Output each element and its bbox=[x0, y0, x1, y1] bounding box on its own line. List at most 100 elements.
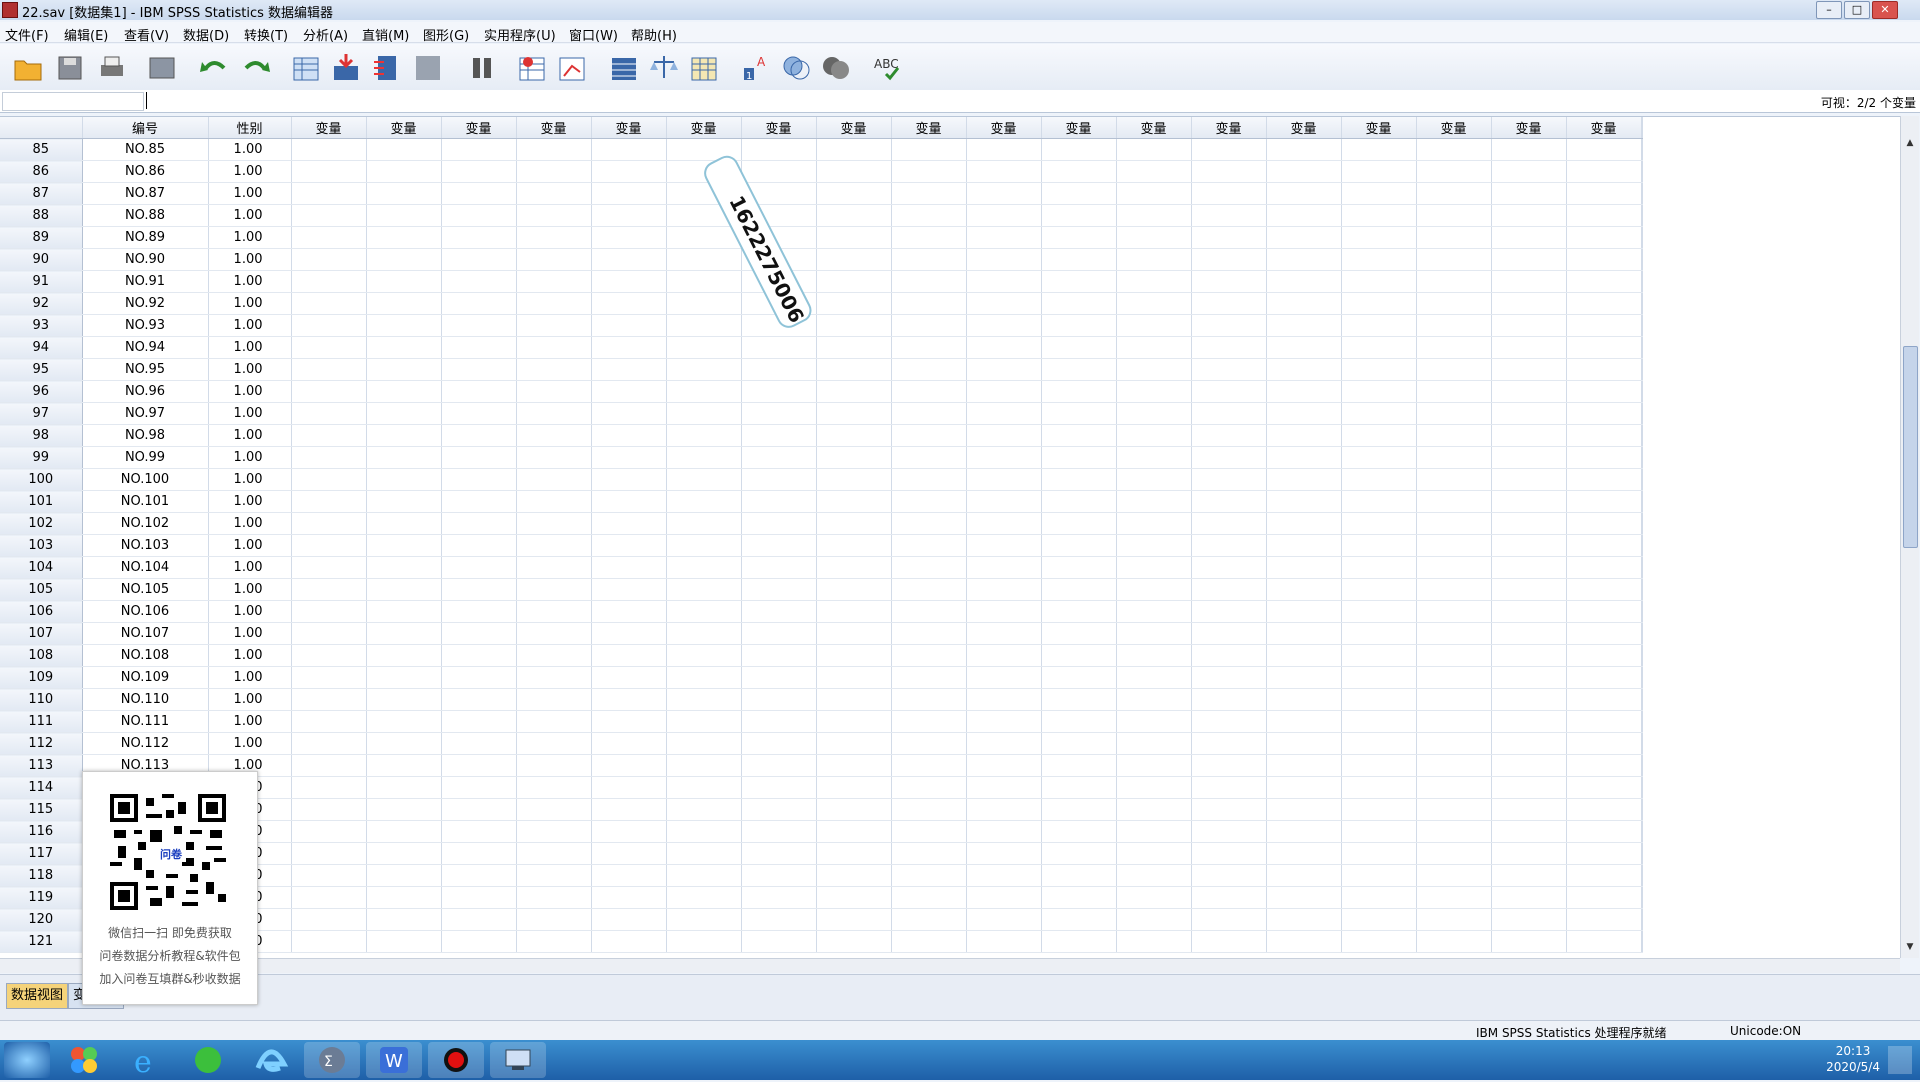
empty-cell[interactable] bbox=[1266, 292, 1342, 315]
empty-cell[interactable] bbox=[816, 622, 892, 645]
empty-cell[interactable] bbox=[966, 644, 1042, 667]
empty-cell[interactable] bbox=[291, 314, 367, 337]
empty-cell[interactable] bbox=[591, 732, 667, 755]
empty-cell[interactable] bbox=[291, 622, 367, 645]
empty-cell[interactable] bbox=[891, 534, 967, 557]
empty-cell[interactable] bbox=[891, 798, 967, 821]
empty-cell[interactable] bbox=[1041, 732, 1117, 755]
empty-cell[interactable] bbox=[1416, 204, 1492, 227]
empty-cell[interactable] bbox=[1416, 248, 1492, 271]
empty-cell[interactable] bbox=[441, 226, 517, 249]
empty-cell[interactable] bbox=[291, 512, 367, 535]
empty-cell[interactable] bbox=[1191, 820, 1267, 843]
empty-cell[interactable] bbox=[666, 402, 742, 425]
empty-cell[interactable] bbox=[591, 710, 667, 733]
empty-cell[interactable] bbox=[1116, 578, 1192, 601]
empty-cell[interactable] bbox=[1341, 578, 1417, 601]
column-header[interactable]: 变量 bbox=[366, 117, 442, 139]
empty-cell[interactable] bbox=[891, 424, 967, 447]
empty-cell[interactable] bbox=[1416, 138, 1492, 161]
empty-cell[interactable] bbox=[1266, 644, 1342, 667]
empty-cell[interactable] bbox=[1116, 182, 1192, 205]
empty-cell[interactable] bbox=[1041, 930, 1117, 953]
empty-cell[interactable] bbox=[1191, 138, 1267, 161]
empty-cell[interactable] bbox=[366, 270, 442, 293]
empty-cell[interactable] bbox=[291, 864, 367, 887]
empty-cell[interactable] bbox=[441, 468, 517, 491]
empty-cell[interactable] bbox=[741, 864, 817, 887]
empty-cell[interactable] bbox=[1491, 820, 1567, 843]
row-number[interactable]: 106 bbox=[0, 600, 83, 623]
cell-sex[interactable]: 1.00 bbox=[208, 402, 292, 425]
row-number[interactable]: 87 bbox=[0, 182, 83, 205]
empty-cell[interactable] bbox=[666, 732, 742, 755]
row-number[interactable]: 85 bbox=[0, 138, 83, 161]
menu-analyze[interactable]: 分析(A) bbox=[303, 25, 348, 44]
empty-cell[interactable] bbox=[1116, 270, 1192, 293]
empty-cell[interactable] bbox=[1266, 512, 1342, 535]
empty-cell[interactable] bbox=[1416, 688, 1492, 711]
empty-cell[interactable] bbox=[1191, 468, 1267, 491]
empty-cell[interactable] bbox=[1341, 160, 1417, 183]
empty-cell[interactable] bbox=[1341, 204, 1417, 227]
empty-cell[interactable] bbox=[1341, 468, 1417, 491]
column-header[interactable]: 变量 bbox=[1116, 117, 1192, 139]
empty-cell[interactable] bbox=[816, 908, 892, 931]
empty-cell[interactable] bbox=[966, 402, 1042, 425]
empty-cell[interactable] bbox=[891, 358, 967, 381]
empty-cell[interactable] bbox=[1041, 798, 1117, 821]
browser-360-icon[interactable] bbox=[180, 1042, 236, 1078]
cell-sex[interactable]: 1.00 bbox=[208, 270, 292, 293]
menu-edit[interactable]: 编辑(E) bbox=[64, 25, 108, 44]
empty-cell[interactable] bbox=[366, 820, 442, 843]
empty-cell[interactable] bbox=[666, 710, 742, 733]
empty-cell[interactable] bbox=[666, 380, 742, 403]
empty-cell[interactable] bbox=[1341, 776, 1417, 799]
row-number[interactable]: 113 bbox=[0, 754, 83, 777]
row-number[interactable]: 98 bbox=[0, 424, 83, 447]
empty-cell[interactable] bbox=[891, 160, 967, 183]
empty-cell[interactable] bbox=[741, 842, 817, 865]
empty-cell[interactable] bbox=[1191, 578, 1267, 601]
empty-cell[interactable] bbox=[366, 688, 442, 711]
empty-cell[interactable] bbox=[291, 358, 367, 381]
empty-cell[interactable] bbox=[591, 842, 667, 865]
empty-cell[interactable] bbox=[1566, 776, 1642, 799]
empty-cell[interactable] bbox=[591, 358, 667, 381]
empty-cell[interactable] bbox=[1041, 512, 1117, 535]
system-clock[interactable]: 20:13 2020/5/4 bbox=[1826, 1043, 1880, 1075]
empty-cell[interactable] bbox=[891, 842, 967, 865]
empty-cell[interactable] bbox=[1191, 402, 1267, 425]
empty-cell[interactable] bbox=[1041, 270, 1117, 293]
empty-cell[interactable] bbox=[1566, 226, 1642, 249]
empty-cell[interactable] bbox=[1266, 160, 1342, 183]
empty-cell[interactable] bbox=[441, 204, 517, 227]
empty-cell[interactable] bbox=[441, 622, 517, 645]
empty-cell[interactable] bbox=[816, 644, 892, 667]
empty-cell[interactable] bbox=[1191, 182, 1267, 205]
empty-cell[interactable] bbox=[1191, 886, 1267, 909]
empty-cell[interactable] bbox=[291, 600, 367, 623]
empty-cell[interactable] bbox=[1191, 930, 1267, 953]
empty-cell[interactable] bbox=[441, 864, 517, 887]
row-number[interactable]: 86 bbox=[0, 160, 83, 183]
empty-cell[interactable] bbox=[666, 468, 742, 491]
empty-cell[interactable] bbox=[366, 314, 442, 337]
scrollbar-thumb[interactable] bbox=[1903, 346, 1918, 548]
empty-cell[interactable] bbox=[891, 468, 967, 491]
empty-cell[interactable] bbox=[516, 182, 592, 205]
empty-cell[interactable] bbox=[291, 160, 367, 183]
wps-icon[interactable]: W bbox=[366, 1042, 422, 1078]
empty-cell[interactable] bbox=[741, 688, 817, 711]
empty-cell[interactable] bbox=[1116, 798, 1192, 821]
empty-cell[interactable] bbox=[291, 336, 367, 359]
empty-cell[interactable] bbox=[816, 270, 892, 293]
empty-cell[interactable] bbox=[1341, 380, 1417, 403]
cell-id[interactable]: NO.88 bbox=[82, 204, 209, 227]
menu-data[interactable]: 数据(D) bbox=[183, 25, 229, 44]
empty-cell[interactable] bbox=[516, 270, 592, 293]
empty-cell[interactable] bbox=[1266, 754, 1342, 777]
empty-cell[interactable] bbox=[591, 688, 667, 711]
row-number[interactable]: 116 bbox=[0, 820, 83, 843]
menu-graphs[interactable]: 图形(G) bbox=[423, 25, 469, 44]
